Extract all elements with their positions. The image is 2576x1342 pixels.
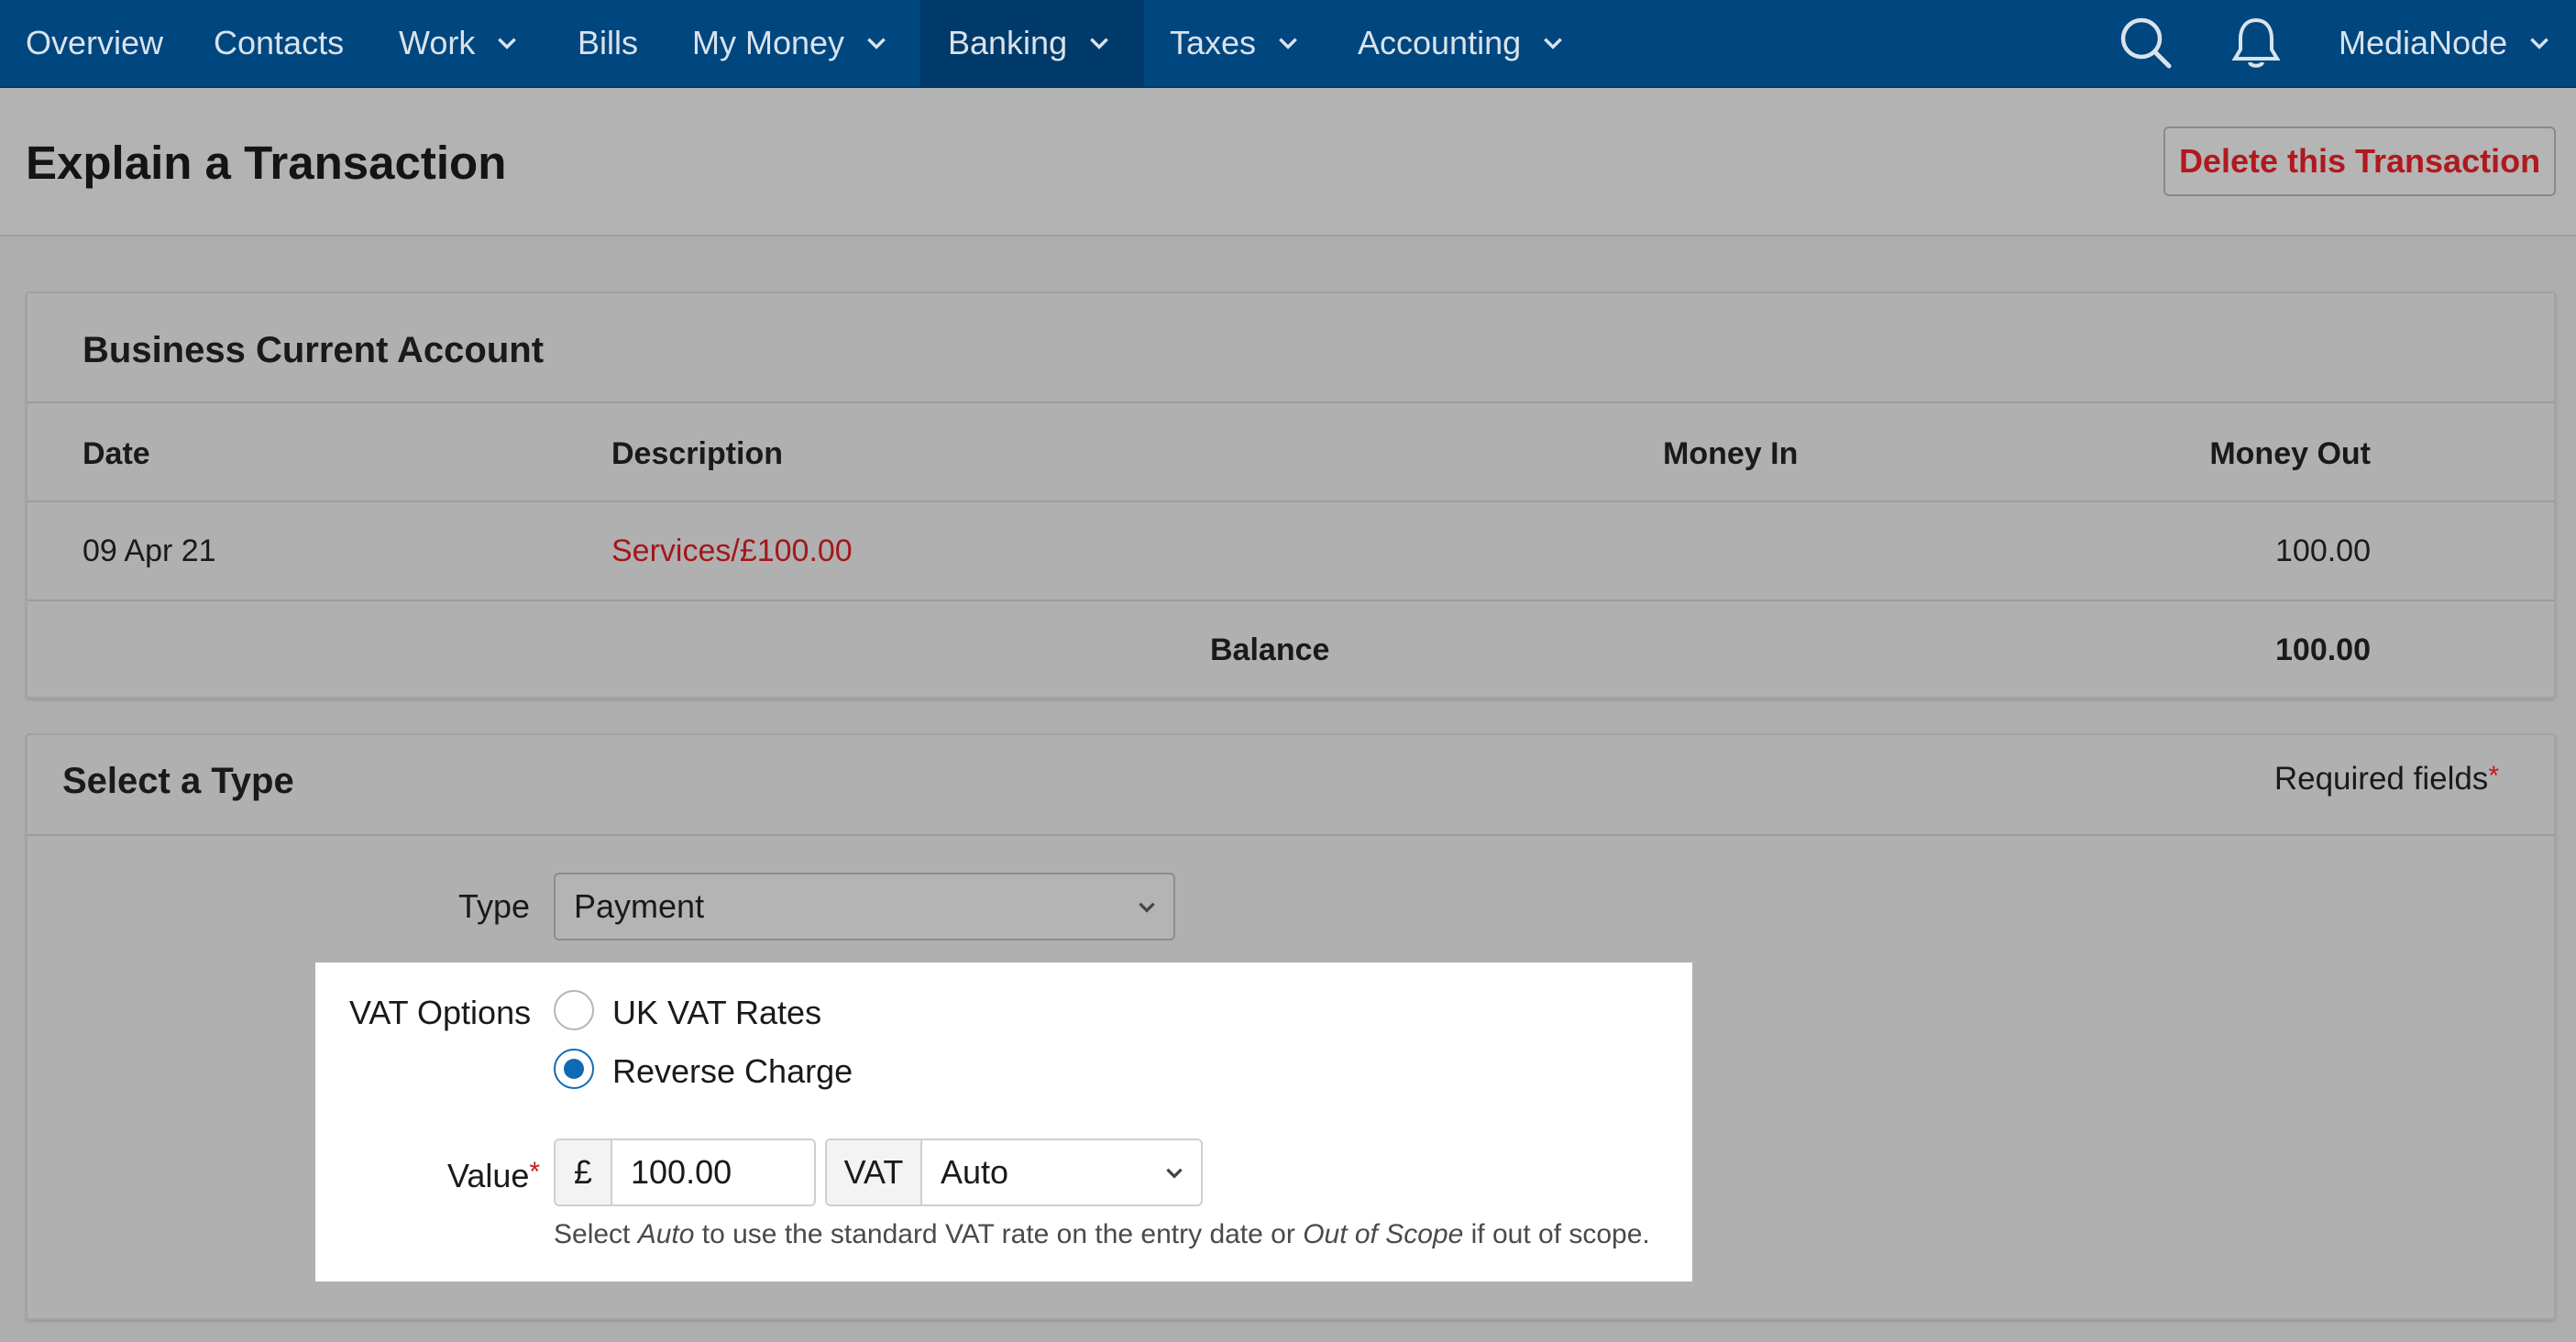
nav-accounting-label: Accounting (1358, 24, 1522, 61)
value-input[interactable]: 100.00 (612, 1140, 814, 1204)
type-select[interactable]: Payment (554, 873, 1175, 940)
required-fields-label: Required fields (2273, 761, 2489, 797)
bell-icon[interactable] (2224, 11, 2288, 75)
row-description-link[interactable]: Services/£100.00 (611, 534, 853, 569)
nav-my-money-label: My Money (692, 24, 845, 61)
chevron-down-icon (2530, 38, 2549, 50)
value-input-group: £ 100.00 (554, 1138, 816, 1206)
nav-overview[interactable]: Overview (26, 0, 163, 86)
account-name: MediaNode (2339, 24, 2508, 61)
help-text-part: to use the standard VAT rate on the entr… (694, 1219, 1304, 1249)
page-title: Explain a Transaction (26, 137, 507, 189)
vat-select[interactable]: Auto (922, 1140, 1201, 1204)
nav-taxes-label: Taxes (1170, 24, 1257, 61)
chevron-down-icon (1090, 38, 1109, 50)
help-text-auto: Auto (637, 1219, 695, 1249)
help-text-part: if out of scope. (1463, 1219, 1650, 1249)
divider (28, 600, 2554, 601)
account-title: Business Current Account (83, 330, 545, 370)
column-header-date: Date (83, 436, 150, 471)
vat-select-value: Auto (941, 1153, 1009, 1191)
nav-banking-label: Banking (948, 24, 1068, 61)
required-asterisk: * (529, 1157, 541, 1187)
account-menu[interactable]: MediaNode (2339, 0, 2551, 86)
reverse-charge-label[interactable]: Reverse Charge (612, 1052, 853, 1091)
value-label-text: Value (447, 1157, 530, 1194)
chevron-down-icon (1279, 38, 1297, 50)
divider (28, 500, 2554, 502)
required-asterisk: * (2488, 761, 2499, 791)
column-header-money-in: Money In (1663, 436, 1799, 471)
search-icon[interactable] (2114, 11, 2178, 75)
balance-label: Balance (1210, 632, 1330, 667)
currency-addon: £ (556, 1140, 612, 1204)
vat-help-text: Select Auto to use the standard VAT rate… (554, 1219, 1650, 1250)
column-header-description: Description (611, 436, 784, 471)
chevron-down-icon (498, 38, 517, 50)
uk-vat-rates-radio[interactable] (554, 990, 594, 1030)
vat-addon: VAT (827, 1140, 922, 1204)
nav-taxes[interactable]: Taxes (1170, 0, 1300, 86)
section-title: Select a Type (62, 761, 294, 801)
uk-vat-rates-label[interactable]: UK VAT Rates (612, 994, 821, 1032)
required-fields-note: Required fields* (2274, 761, 2499, 798)
chevron-down-icon (1139, 902, 1155, 913)
type-select-value: Payment (574, 887, 705, 925)
row-money-out: 100.00 (2275, 534, 2371, 568)
help-text-part: Select (554, 1219, 638, 1249)
top-navigation: Overview Contacts Work Bills My Money Ba… (0, 0, 2576, 88)
nav-my-money[interactable]: My Money (692, 0, 888, 86)
nav-overview-label: Overview (26, 24, 164, 61)
type-label: Type (458, 887, 531, 925)
nav-contacts-label: Contacts (214, 24, 345, 61)
nav-accounting[interactable]: Accounting (1358, 0, 1565, 86)
balance-value: 100.00 (2275, 632, 2371, 667)
value-label: Value* (447, 1157, 540, 1195)
column-header-money-out: Money Out (2209, 436, 2371, 471)
chevron-down-icon (1544, 38, 1563, 50)
vat-input-group: VAT Auto (825, 1138, 1203, 1206)
nav-contacts[interactable]: Contacts (214, 0, 344, 86)
nav-bills-label: Bills (578, 24, 639, 61)
reverse-charge-radio[interactable] (554, 1049, 594, 1089)
chevron-down-icon (867, 38, 886, 50)
delete-transaction-button[interactable]: Delete this Transaction (2163, 126, 2556, 196)
nav-work-label: Work (399, 24, 476, 61)
chevron-down-icon (1166, 1168, 1183, 1179)
nav-work[interactable]: Work (399, 0, 519, 86)
divider (28, 834, 2554, 836)
nav-banking[interactable]: Banking (920, 0, 1144, 86)
row-date: 09 Apr 21 (83, 534, 216, 568)
divider (28, 402, 2554, 403)
nav-bills[interactable]: Bills (578, 0, 638, 86)
account-panel: Business Current Account Date Descriptio… (26, 292, 2556, 698)
page-header: Explain a Transaction Delete this Transa… (0, 88, 2576, 236)
help-text-out-of-scope: Out of Scope (1303, 1219, 1464, 1249)
vat-options-label: VAT Options (349, 994, 532, 1031)
